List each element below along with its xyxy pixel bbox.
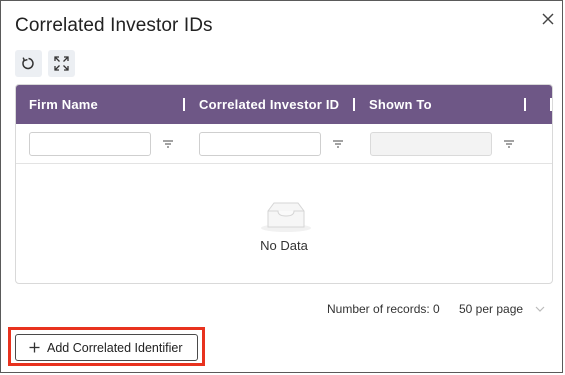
record-count: Number of records: 0 bbox=[327, 302, 440, 316]
data-grid: Firm Name Correlated Investor ID Shown T… bbox=[15, 84, 553, 284]
column-resize-handle[interactable] bbox=[183, 98, 185, 111]
column-resize-handle[interactable] bbox=[353, 98, 355, 111]
column-header-shown-to[interactable]: Shown To bbox=[369, 97, 432, 112]
filter-icon[interactable] bbox=[332, 138, 344, 150]
chevron-down-icon[interactable] bbox=[535, 305, 545, 313]
expand-button[interactable] bbox=[48, 50, 75, 77]
firm-name-filter-input[interactable] bbox=[29, 132, 151, 156]
refresh-icon bbox=[22, 57, 34, 70]
empty-state-text: No Data bbox=[260, 238, 308, 253]
empty-inbox-icon bbox=[261, 202, 311, 232]
dialog: Correlated Investor IDs Firm Name Correl… bbox=[0, 0, 563, 373]
refresh-button[interactable] bbox=[15, 50, 42, 77]
filter-icon[interactable] bbox=[503, 138, 515, 150]
page-size-select[interactable]: 50 per page bbox=[459, 302, 523, 316]
filter-icon[interactable] bbox=[162, 138, 174, 150]
column-resize-handle[interactable] bbox=[524, 98, 526, 111]
filter-row bbox=[16, 124, 552, 164]
expand-icon bbox=[54, 56, 69, 71]
grid-header: Firm Name Correlated Investor ID Shown T… bbox=[16, 85, 552, 124]
correlated-investor-id-filter-input[interactable] bbox=[199, 132, 321, 156]
close-icon[interactable] bbox=[539, 10, 557, 28]
column-header-firm-name[interactable]: Firm Name bbox=[29, 97, 98, 112]
column-header-correlated-investor-id[interactable]: Correlated Investor ID bbox=[199, 97, 339, 112]
add-correlated-identifier-button[interactable]: Add Correlated Identifier bbox=[15, 334, 198, 361]
add-button-label: Add Correlated Identifier bbox=[47, 341, 183, 355]
shown-to-filter-input bbox=[370, 132, 492, 156]
plus-icon bbox=[29, 342, 40, 353]
column-resize-handle[interactable] bbox=[550, 98, 552, 111]
dialog-title: Correlated Investor IDs bbox=[15, 15, 213, 36]
